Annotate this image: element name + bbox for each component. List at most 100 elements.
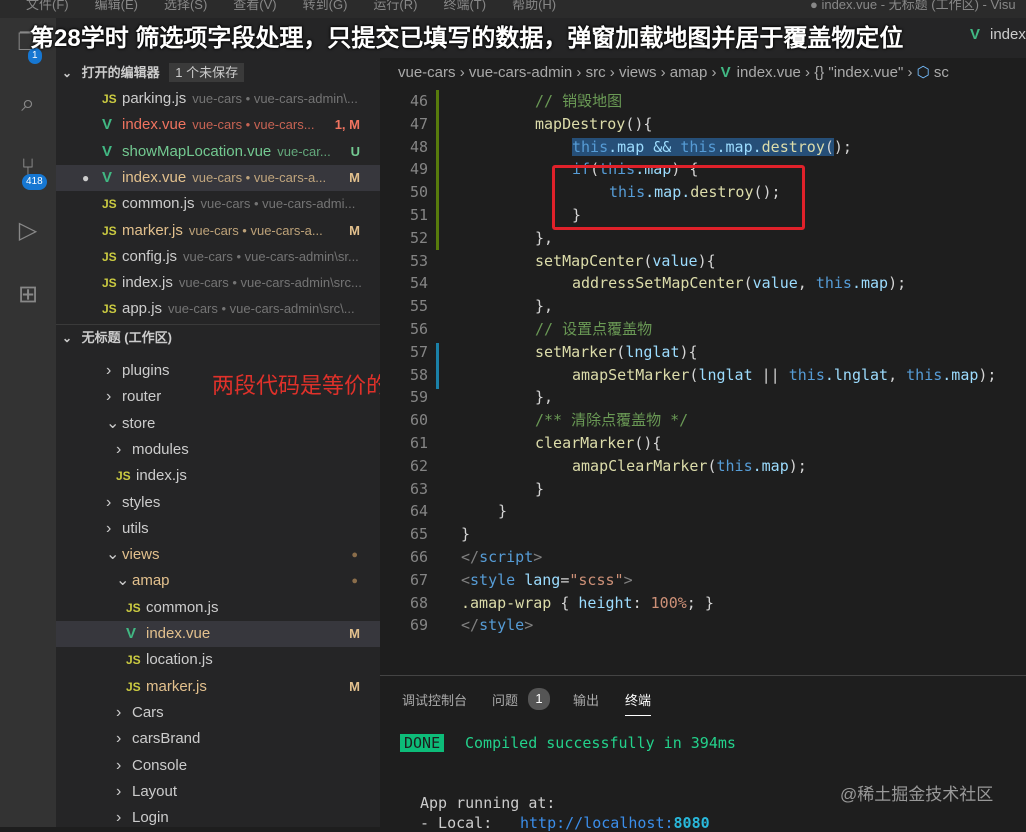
code-token: .map (942, 365, 979, 384)
open-editor-item[interactable]: JS marker.js vue-cars • vue-cars-a... M (56, 217, 380, 244)
run-debug-icon[interactable]: ▷ (12, 216, 44, 248)
breadcrumb-item[interactable]: index.vue (737, 64, 801, 81)
item-name: utils (122, 519, 149, 537)
open-editor-item[interactable]: JS common.js vue-cars • vue-cars-admi... (56, 191, 380, 217)
item-name: carsBrand (132, 730, 201, 748)
file-item[interactable]: JS marker.js M (56, 674, 380, 700)
extensions-icon[interactable]: ⊞ (12, 280, 44, 312)
code-line[interactable]: addressSetMapCenter(value, this.map); (572, 272, 906, 295)
code-token: // 销毁地图 (535, 92, 623, 110)
activity-bar: ❐ 1 ⌕ ⑂ 418 ▷ ⊞ (0, 18, 56, 827)
code-line[interactable]: }, (535, 295, 553, 318)
code-line[interactable]: </style> (461, 614, 533, 637)
code-line[interactable]: clearMarker(){ (535, 432, 661, 455)
folder-item[interactable]: › Layout (56, 779, 380, 805)
tab-problems[interactable]: 问题 (492, 690, 518, 709)
file-name: index.js (122, 274, 173, 292)
menu-item[interactable]: 查看(V) (233, 0, 276, 12)
code-line[interactable]: amapClearMarker(this.map); (572, 455, 807, 478)
menu-item[interactable]: 编辑(E) (95, 0, 138, 12)
menu-item[interactable]: 终端(T) (443, 0, 486, 12)
breadcrumb-separator-icon: › (455, 64, 469, 81)
code-line[interactable]: amapSetMarker(lnglat || this.lnglat, thi… (572, 364, 996, 387)
code-line[interactable]: .amap-wrap { height: 100%; } (461, 592, 714, 615)
breadcrumb-item[interactable]: sc (934, 64, 949, 81)
folder-item[interactable]: › styles (56, 490, 380, 516)
tab-index-vue[interactable]: Vindex (970, 26, 1026, 43)
line-number: 61 (409, 434, 428, 452)
code-token: }, (535, 228, 554, 247)
workspace-header[interactable]: ⌄ 无标题 (工作区) (56, 324, 380, 350)
folder-item[interactable]: › Login (56, 805, 380, 831)
code-line[interactable]: }, (535, 386, 553, 409)
menu-item[interactable]: 文件(F) (26, 0, 69, 12)
code-line[interactable]: <style lang="scss"> (461, 569, 633, 592)
breadcrumb-item[interactable]: amap (670, 64, 708, 81)
folder-item[interactable]: › carsBrand (56, 726, 380, 752)
tab-terminal[interactable]: 终端 (625, 690, 652, 716)
file-item[interactable]: Vindex.vue M (56, 621, 380, 647)
breadcrumb-item[interactable]: vue-cars (398, 64, 456, 81)
file-name: index.vue (122, 116, 187, 134)
menu-item[interactable]: 帮助(H) (512, 0, 556, 12)
folder-item[interactable]: ⌄ views ● (56, 542, 380, 568)
code-line[interactable]: setMapCenter(value){ (535, 250, 716, 273)
tab-debug-console[interactable]: 调试控制台 (402, 690, 467, 709)
open-editor-item[interactable]: JS app.js vue-cars • vue-cars-admin\src\..… (56, 296, 380, 322)
file-item[interactable]: JS common.js (56, 595, 380, 621)
open-editor-item[interactable]: ● Vindex.vue vue-cars • vue-cars-a... M (56, 164, 380, 191)
folder-item[interactable]: › Console (56, 753, 380, 779)
search-icon[interactable]: ⌕ (12, 90, 44, 122)
open-editor-item[interactable]: VshowMapLocation.vue vue-car... U (56, 138, 380, 165)
code-line[interactable]: } (535, 478, 544, 501)
git-status: M (345, 164, 360, 191)
code-line[interactable]: } (461, 523, 470, 546)
code-token: lnglat (625, 342, 680, 361)
menu-item[interactable]: 选择(S) (164, 0, 207, 12)
folder-item[interactable]: ⌄ amap ● (56, 568, 380, 594)
line-number: 68 (409, 593, 428, 612)
menu-item[interactable]: 运行(R) (373, 0, 417, 12)
open-editors-title: 打开的编辑器 (81, 65, 160, 80)
code-line[interactable]: // 设置点覆盖物 (535, 318, 652, 341)
file-item[interactable]: JS location.js (56, 647, 380, 673)
local-url[interactable]: http://localhost:8080 (520, 814, 710, 832)
vue-file-icon: V (102, 116, 113, 134)
line-number: 47 (409, 114, 428, 133)
js-file-icon: JS (102, 276, 117, 291)
file-item[interactable]: JS index.js (56, 463, 380, 489)
open-editors-header[interactable]: ⌄ 打开的编辑器 1 个未保存 (56, 60, 380, 86)
item-name: amap (132, 572, 170, 590)
code-line[interactable]: mapDestroy(){ (535, 113, 652, 136)
code-line[interactable]: /** 清除点覆盖物 */ (535, 409, 688, 432)
breadcrumb: vue-cars › vue-cars-admin › src › views … (380, 58, 1026, 88)
folder-item[interactable]: ⌄ store (56, 411, 380, 437)
code-line[interactable]: }, (535, 227, 553, 250)
code-line[interactable]: this.map && this.map.destroy(); (572, 136, 852, 159)
item-name: modules (132, 440, 189, 458)
line-number: 60 (409, 411, 428, 430)
code-token: amapClearMarker (572, 456, 708, 475)
code-line[interactable]: setMarker(lnglat){ (535, 341, 698, 364)
vue-file-icon: V (720, 64, 731, 81)
tab-output[interactable]: 输出 (573, 690, 599, 709)
code-line[interactable]: } (498, 500, 507, 523)
breadcrumb-item[interactable]: vue-cars-admin (469, 64, 572, 81)
code-line[interactable]: </script> (461, 546, 542, 569)
folder-item[interactable]: › Cars (56, 700, 380, 726)
breadcrumb-item[interactable]: views (619, 64, 657, 81)
open-editor-item[interactable]: Vindex.vue vue-cars • vue-cars... 1, M (56, 112, 380, 139)
menu-item[interactable]: 转到(G) (303, 0, 348, 12)
file-path: vue-cars • vue-cars-admin\sr... (183, 248, 359, 264)
open-editor-item[interactable]: JS index.js vue-cars • vue-cars-admin\src.… (56, 270, 380, 296)
open-editor-item[interactable]: JS config.js vue-cars • vue-cars-admin\sr.… (56, 244, 380, 270)
folder-item[interactable]: › utils (56, 516, 380, 542)
breadcrumb-item[interactable]: {} "index.vue" (814, 64, 903, 81)
open-editor-item[interactable]: JS parking.js vue-cars • vue-cars-admin\..… (56, 86, 380, 112)
line-number: 48 (409, 137, 428, 156)
file-path: vue-cars • vue-cars-admin\src\... (168, 301, 355, 317)
chevron-down-icon: ⌄ (116, 572, 130, 590)
folder-item[interactable]: › modules (56, 437, 380, 463)
breadcrumb-item[interactable]: src (586, 64, 606, 81)
code-line[interactable]: // 销毁地图 (535, 90, 622, 113)
